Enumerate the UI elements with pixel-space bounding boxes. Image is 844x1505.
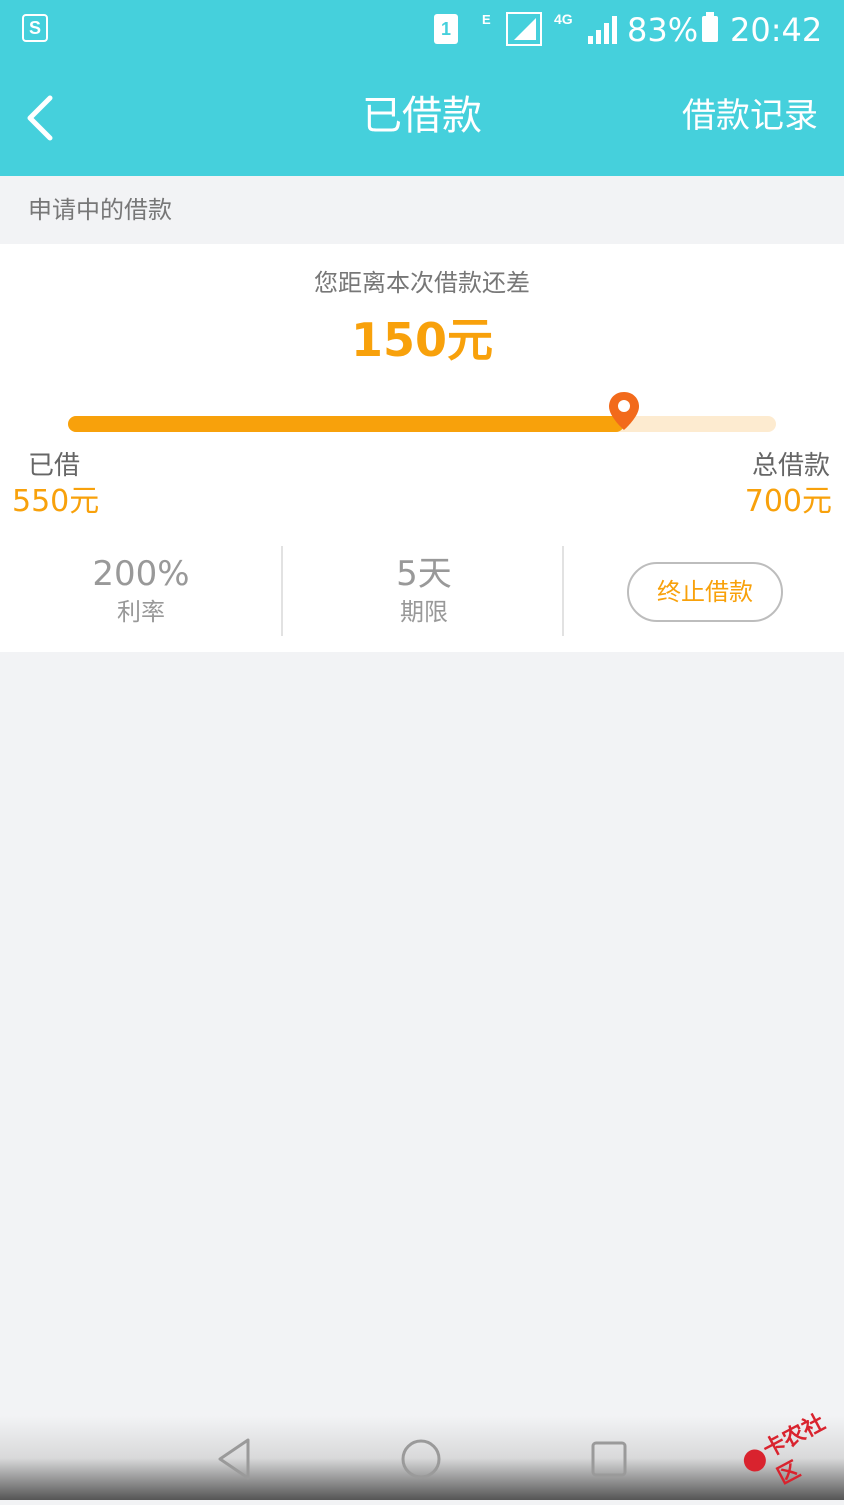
clock: 20:42 <box>730 11 823 49</box>
location-pin-icon <box>609 392 640 430</box>
loan-card: 您距离本次借款还差 150元 已借 550元 总借款 700元 200% 利率 … <box>0 244 844 652</box>
status-bar: S 1 E 4G 83% 20:42 <box>0 0 844 60</box>
battery-percentage: 83% <box>627 11 699 49</box>
signal-bars-icon <box>588 16 617 44</box>
app-header: 已借款 借款记录 <box>0 60 844 176</box>
progress-fill <box>68 416 625 432</box>
borrowed-amount: 550元 <box>12 484 100 519</box>
interest-rate-label: 利率 <box>117 598 165 626</box>
battery-icon <box>702 12 718 42</box>
network-type-e: E <box>482 12 491 27</box>
total-label: 总借款 <box>751 451 830 481</box>
signal-strength-icon <box>506 12 542 46</box>
nav-recent-apps-icon[interactable] <box>584 1434 634 1484</box>
nav-home-icon[interactable] <box>396 1434 446 1484</box>
section-title: 申请中的借款 <box>28 196 172 224</box>
sim-slot-icon: 1 <box>434 14 458 44</box>
total-amount: 700元 <box>744 484 832 519</box>
loan-records-link[interactable]: 借款记录 <box>682 90 818 142</box>
term-label: 期限 <box>400 598 448 626</box>
term-value: 5天 <box>396 554 452 594</box>
term-stat: 5天 期限 <box>283 544 565 640</box>
system-nav-bar <box>0 1416 844 1500</box>
interest-rate-stat: 200% 利率 <box>0 544 282 640</box>
remaining-label: 您距离本次借款还差 <box>314 269 530 297</box>
network-type-4g: 4G <box>554 11 573 27</box>
loan-progress-bar <box>68 392 776 432</box>
borrowed-label: 已借 <box>28 451 81 481</box>
nav-back-icon[interactable] <box>210 1434 260 1484</box>
stop-loan-button[interactable]: 终止借款 <box>627 562 783 622</box>
remaining-amount: 150元 <box>350 313 494 367</box>
interest-rate-value: 200% <box>92 554 190 594</box>
app-notification-icon: S <box>22 14 48 42</box>
divider <box>562 546 564 636</box>
